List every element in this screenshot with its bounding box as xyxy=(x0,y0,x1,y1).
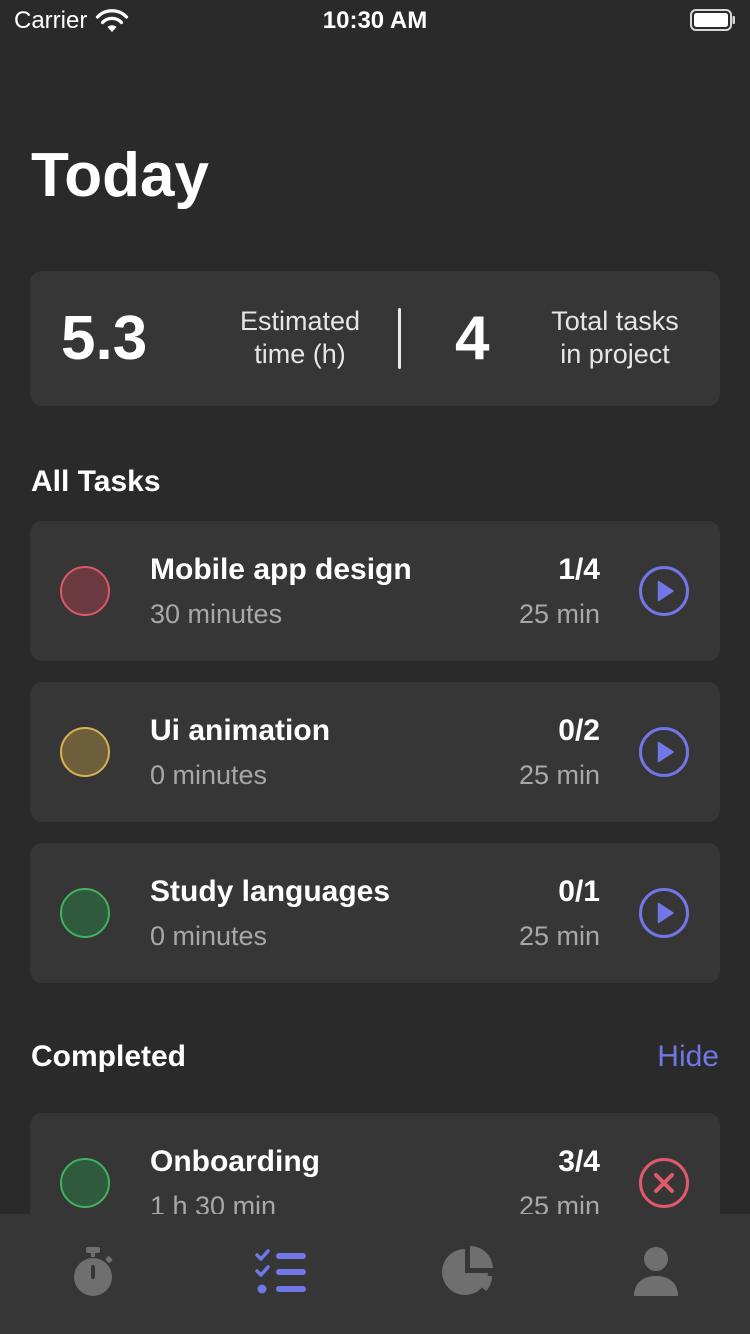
close-circle-icon[interactable] xyxy=(638,1157,690,1209)
tab-tasks[interactable] xyxy=(251,1242,311,1302)
clock: 10:30 AM xyxy=(322,7,428,34)
task-list-icon xyxy=(255,1249,306,1294)
task-card-study-languages[interactable]: Study languages 0 minutes 0/1 25 min xyxy=(30,843,720,983)
task-color-dot xyxy=(60,566,110,616)
stats-card: 5.3 Estimated time (h) 4 Total tasks in … xyxy=(30,271,720,406)
task-card-ui-animation[interactable]: Ui animation 0 minutes 0/2 25 min xyxy=(30,682,720,822)
total-tasks-label-line1: Total tasks xyxy=(551,306,679,336)
task-color-dot xyxy=(60,727,110,777)
task-duration: 0 minutes xyxy=(150,921,268,951)
completed-header: Completed xyxy=(31,1040,187,1073)
all-tasks-header: All Tasks xyxy=(31,465,161,498)
play-icon[interactable] xyxy=(638,887,690,939)
hide-completed-link[interactable]: Hide xyxy=(657,1040,719,1074)
task-progress: 0/2 xyxy=(558,714,600,747)
task-duration: 30 minutes xyxy=(150,599,283,629)
play-icon[interactable] xyxy=(638,726,690,778)
today-screen: Carrier 10:30 AM Today 5.3 Estimated tim… xyxy=(0,0,750,1334)
task-card-mobile-app-design[interactable]: Mobile app design 30 minutes 1/4 25 min xyxy=(30,521,720,661)
play-icon[interactable] xyxy=(638,565,690,617)
total-tasks-value: 4 xyxy=(455,304,490,373)
tab-bar xyxy=(0,1214,750,1334)
estimated-time-label: Estimated time (h) xyxy=(200,305,400,371)
page-title: Today xyxy=(31,141,209,210)
tab-statistics[interactable] xyxy=(438,1242,498,1302)
estimated-time-label-line1: Estimated xyxy=(239,306,361,336)
task-color-dot xyxy=(60,888,110,938)
task-name: Study languages xyxy=(150,875,391,908)
stats-divider xyxy=(398,308,401,369)
task-color-dot xyxy=(60,1158,110,1208)
task-name: Mobile app design xyxy=(150,553,412,586)
task-name: Ui animation xyxy=(150,714,331,747)
task-progress: 0/1 xyxy=(558,875,600,908)
total-tasks-label-line2: in project xyxy=(560,339,670,369)
task-pomodoro-length: 25 min xyxy=(518,599,600,629)
status-bar: Carrier 10:30 AM xyxy=(0,0,750,40)
estimated-time-label-line2: time (h) xyxy=(254,339,346,369)
profile-icon xyxy=(634,1247,678,1296)
task-pomodoro-length: 25 min xyxy=(518,760,600,790)
task-pomodoro-length: 25 min xyxy=(518,921,600,951)
stopwatch-icon xyxy=(74,1247,113,1296)
battery-icon xyxy=(690,9,735,31)
tab-profile[interactable] xyxy=(626,1242,686,1302)
total-tasks-label: Total tasks in project xyxy=(530,305,700,371)
tab-timer[interactable] xyxy=(63,1242,123,1302)
task-duration: 0 minutes xyxy=(150,760,268,790)
task-name: Onboarding xyxy=(150,1145,320,1178)
estimated-time-value: 5.3 xyxy=(61,304,148,373)
task-progress: 3/4 xyxy=(558,1145,600,1178)
pie-chart-icon xyxy=(442,1246,493,1295)
task-progress: 1/4 xyxy=(558,553,600,586)
